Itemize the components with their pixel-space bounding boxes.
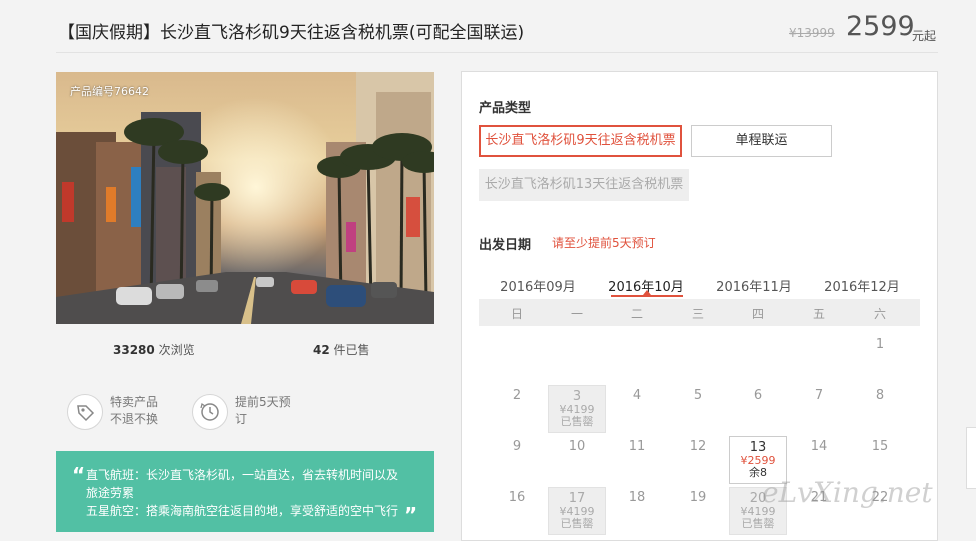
product-type-label: 产品类型: [479, 101, 532, 116]
weekday-tue: 二: [630, 307, 643, 321]
calendar-day: 8: [851, 385, 909, 433]
caret-up-icon: [643, 290, 651, 295]
calendar-day: 12: [669, 436, 727, 484]
month-tab-nov[interactable]: 2016年11月: [709, 276, 799, 295]
day-status: 已售罄: [560, 415, 594, 428]
calendar-day: 7: [790, 385, 848, 433]
calendar-day: 3 ¥4199 已售罄: [548, 385, 606, 433]
weekday-sun: 日: [510, 307, 523, 321]
day-number: 9: [512, 439, 522, 454]
current-price: 2599: [846, 11, 915, 42]
calendar-day: 17 ¥4199 已售罄: [548, 487, 606, 535]
month-tab-sep[interactable]: 2016年09月: [493, 276, 583, 295]
weekday-mon: 一: [570, 307, 583, 321]
day-number: 4: [632, 388, 642, 403]
calendar-day: 16: [488, 487, 546, 535]
calendar-day: 11: [608, 436, 666, 484]
open-quote-icon: “: [72, 463, 86, 487]
price-unit: 元起: [912, 29, 937, 43]
sold-count: 42: [313, 343, 330, 357]
highlight-line1: 直飞航班：长沙直飞洛杉矶，一站直达，省去转机时间以及: [86, 468, 399, 482]
feature-sale-line2: 不退不换: [110, 412, 159, 426]
date-hint: 请至少提前5天预订: [552, 236, 656, 250]
day-number: 18: [628, 490, 646, 505]
weekday-fri: 五: [812, 307, 825, 321]
day-number: 7: [814, 388, 824, 403]
views-stat: 33280 次浏览: [113, 341, 195, 358]
day-number: 3: [572, 389, 582, 404]
weekday-sat: 六: [873, 307, 886, 321]
calendar-day: 9: [488, 436, 546, 484]
calendar-day: 1: [851, 334, 909, 382]
departure-date-label: 出发日期: [479, 238, 532, 253]
day-number: 14: [810, 439, 828, 454]
scroll-handle[interactable]: [966, 427, 976, 489]
product-photo: [56, 72, 434, 324]
day-number: 16: [508, 490, 526, 505]
day-number: 11: [628, 439, 646, 454]
sold-stat: 42 件已售: [313, 341, 370, 358]
calendar-day: 10: [548, 436, 606, 484]
day-number: 10: [568, 439, 586, 454]
month-tab-dec[interactable]: 2016年12月: [817, 276, 907, 295]
type-option-oneway[interactable]: 单程联运: [691, 125, 832, 157]
active-month-indicator: [611, 295, 683, 297]
close-quote-icon: ”: [404, 503, 418, 527]
day-number: 6: [753, 388, 763, 403]
calendar-day: 19: [669, 487, 727, 535]
day-number: 2: [512, 388, 522, 403]
original-price: ¥13999: [789, 26, 835, 40]
highlight-line2: 旅途劳累: [86, 486, 135, 500]
day-number: 8: [875, 388, 885, 403]
views-count: 33280: [113, 343, 155, 357]
weekday-wed: 三: [691, 307, 704, 321]
feature-sale: 特卖产品 不退不换: [110, 394, 158, 428]
day-number: 15: [871, 439, 889, 454]
product-title: 【国庆假期】长沙直飞洛杉矶9天往返含税机票(可配全国联运): [58, 23, 525, 43]
watermark: eLvXing.net: [762, 476, 933, 509]
views-label: 次浏览: [158, 343, 195, 357]
tag-icon: [67, 394, 103, 430]
day-number: 13: [749, 440, 767, 455]
highlight-text: 直飞航班：长沙直飞洛杉矶，一站直达，省去转机时间以及 旅途劳累 五星航空：搭乘海…: [86, 466, 416, 520]
type-option-13day: 长沙直飞洛杉矶13天往返含税机票: [479, 169, 689, 201]
feature-advance-line1: 提前5天预: [235, 395, 291, 409]
day-number: 19: [689, 490, 707, 505]
calendar-day: 6: [729, 385, 787, 433]
feature-advance: 提前5天预 订: [235, 394, 291, 428]
highlight-line3: 五星航空：搭乘海南航空往返目的地，享受舒适的空中飞行: [86, 504, 399, 518]
day-number: 12: [689, 439, 707, 454]
day-status: 已售罄: [560, 517, 594, 530]
feature-sale-line1: 特卖产品: [110, 395, 159, 409]
sold-label: 件已售: [333, 343, 370, 357]
day-number: 17: [568, 491, 586, 506]
calendar-day: 5: [669, 385, 727, 433]
day-number: 1: [875, 337, 885, 352]
feature-advance-line2: 订: [235, 412, 248, 426]
calendar-day: 18: [608, 487, 666, 535]
calendar-day: 2: [488, 385, 546, 433]
calendar-day: 4: [608, 385, 666, 433]
product-code: 产品编号76642: [70, 85, 149, 98]
header-divider: [56, 52, 938, 53]
weekday-thu: 四: [751, 307, 764, 321]
day-status: 已售罄: [741, 517, 775, 530]
day-number: 5: [693, 388, 703, 403]
type-option-9day[interactable]: 长沙直飞洛杉矶9天往返含税机票: [479, 125, 682, 157]
clock-icon: [192, 394, 228, 430]
